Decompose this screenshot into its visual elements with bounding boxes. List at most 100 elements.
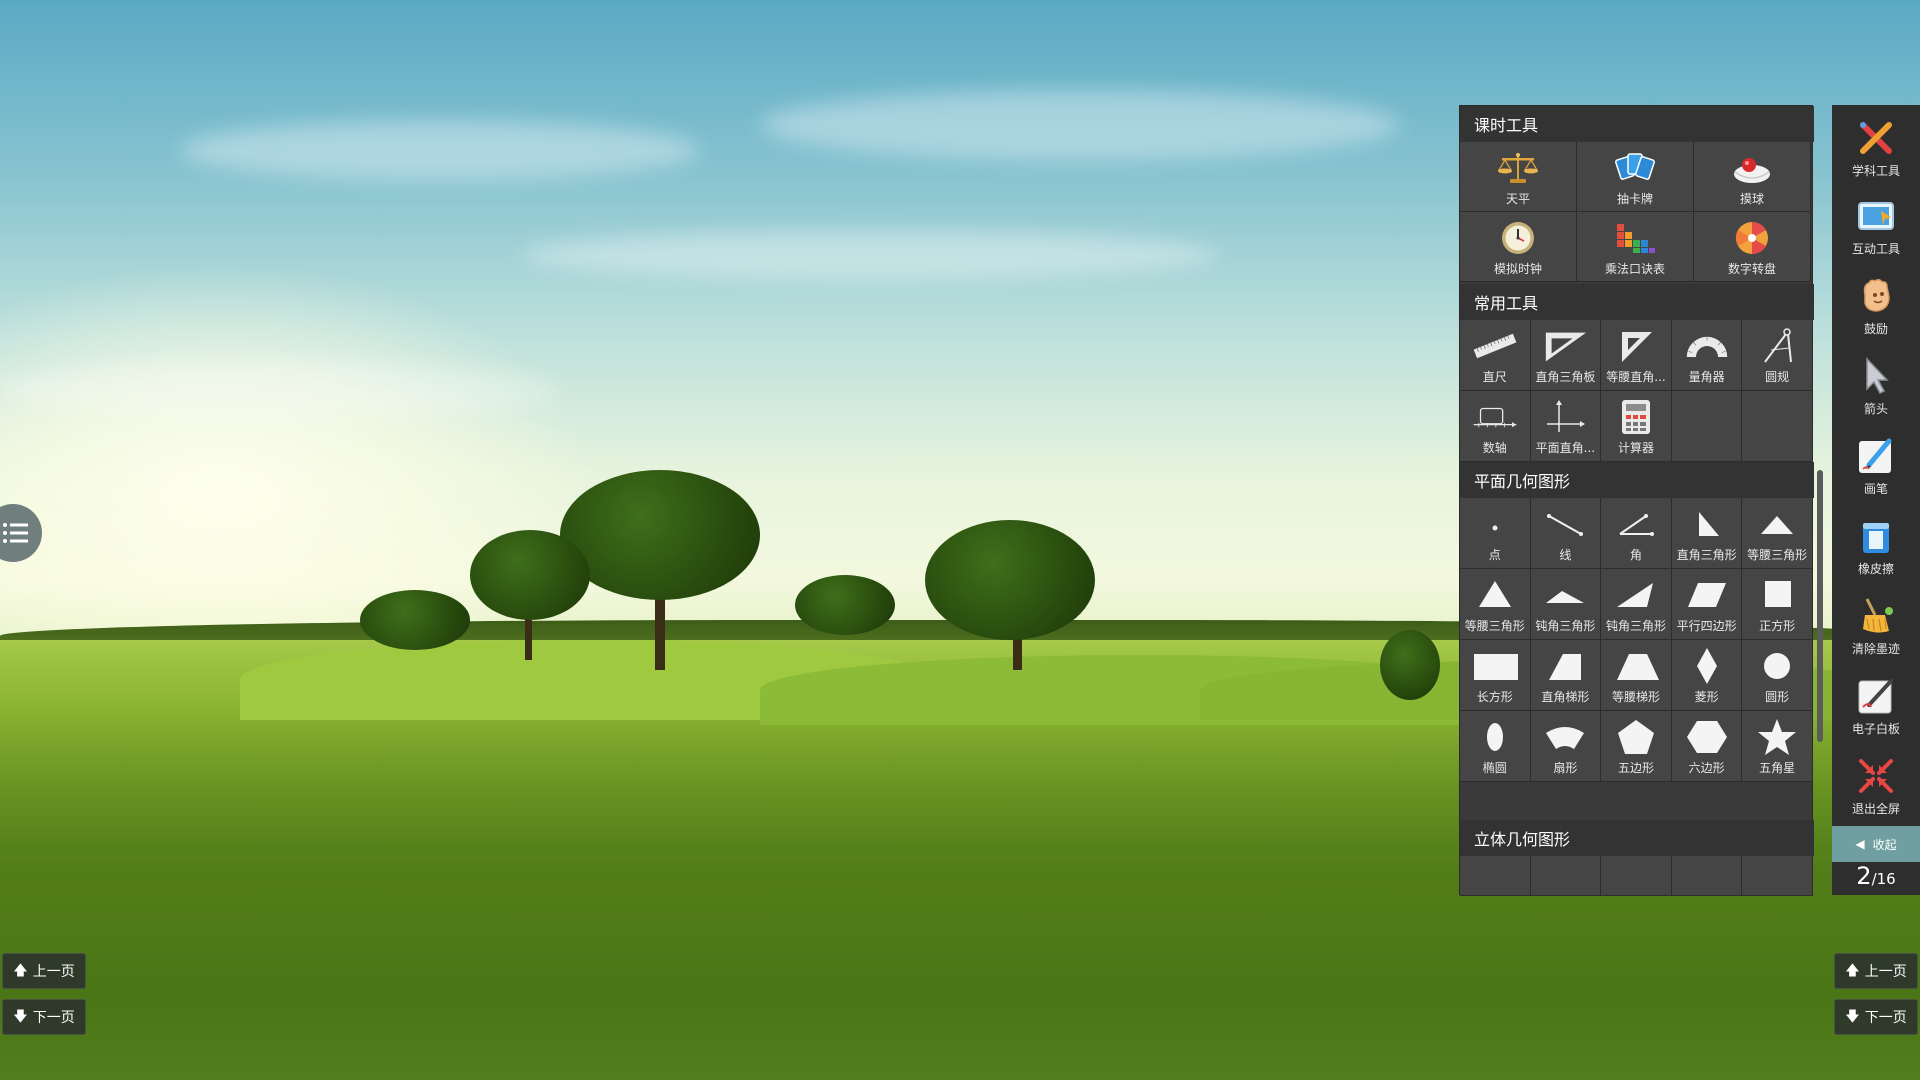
tool-label: 计算器	[1617, 441, 1654, 455]
next-page-button-left[interactable]: 🡇 下一页	[2, 999, 86, 1035]
shape-angle[interactable]: 角	[1601, 498, 1672, 569]
toolbar-label: 电子白板	[1851, 722, 1900, 736]
shape-pentagon[interactable]: 五边形	[1601, 711, 1672, 782]
shape-right-trapezoid[interactable]: 直角梯形	[1530, 640, 1602, 711]
toolbar-exit-fullscreen[interactable]: 退出全屏	[1832, 747, 1920, 825]
tool-isosceles-set-square[interactable]: 等腰直角...	[1601, 320, 1672, 391]
tool-number-wheel[interactable]: 数字转盘	[1694, 212, 1811, 282]
toolbar-label: 学科工具	[1851, 164, 1900, 178]
tool-label: 圆形	[1765, 690, 1790, 704]
shape-line[interactable]: 线	[1530, 498, 1602, 569]
toolbar-label: 互动工具	[1851, 242, 1900, 256]
shape-rhombus[interactable]: 菱形	[1671, 640, 1743, 711]
arrow-down-icon: 🡇	[1845, 1009, 1860, 1025]
tool-label: 等腰三角形	[1747, 548, 1808, 562]
tool-label: 直角三角板	[1535, 370, 1596, 384]
shape-star[interactable]: 五角星	[1742, 711, 1813, 782]
toolbar-label: 鼓励	[1863, 322, 1888, 336]
arrow-down-icon: 🡇	[13, 1009, 28, 1025]
compass-icon	[1754, 326, 1800, 366]
tool-ruler[interactable]: 直尺	[1460, 320, 1531, 391]
toolbar-label: 箭头	[1863, 402, 1888, 416]
shape-isosceles-triangle[interactable]: 等腰三角形	[1742, 498, 1813, 569]
panel-scrollbar[interactable]	[1817, 470, 1823, 742]
shape-rectangle[interactable]: 长方形	[1460, 640, 1531, 711]
prev-page-button-left[interactable]: 🡅 上一页	[2, 953, 86, 989]
tree	[795, 575, 895, 635]
tool-number-line[interactable]: 数轴	[1460, 391, 1531, 462]
tool-draw-cards[interactable]: 抽卡牌	[1577, 142, 1694, 212]
toolbar-eraser[interactable]: 橡皮擦	[1832, 507, 1920, 585]
toolbar-encourage[interactable]: 鼓励	[1832, 267, 1920, 345]
toolbar-interactive-tools[interactable]: 互动工具	[1832, 187, 1920, 265]
shape-ellipse[interactable]: 椭圆	[1460, 711, 1531, 782]
next-page-button-right[interactable]: 🡇 下一页	[1834, 999, 1918, 1035]
toolbar-arrow[interactable]: 箭头	[1832, 347, 1920, 425]
section-title-plane-shapes: 平面几何图形	[1460, 462, 1814, 498]
next-page-label: 下一页	[1864, 1010, 1907, 1026]
pen-icon	[1855, 435, 1897, 477]
arrow-cursor-icon	[1855, 355, 1897, 397]
shape-obtuse-triangle[interactable]: 钝角三角形	[1530, 569, 1602, 640]
shape-square[interactable]: 正方形	[1742, 569, 1813, 640]
ruler-icon	[1472, 326, 1518, 366]
tool-clock[interactable]: 模拟时钟	[1460, 212, 1577, 282]
empty-cell	[1601, 856, 1672, 896]
toolbar-clear-ink[interactable]: 清除墨迹	[1832, 587, 1920, 665]
empty-cell	[1742, 856, 1813, 896]
toolbar-label: 画笔	[1863, 482, 1888, 496]
collapse-button[interactable]: ◀ 收起	[1832, 826, 1920, 862]
shape-parallelogram[interactable]: 平行四边形	[1671, 569, 1743, 640]
tool-label: 圆规	[1765, 370, 1790, 384]
empty-cell	[1742, 391, 1813, 462]
obtuse-triangle-2-icon	[1613, 575, 1659, 615]
equilateral-triangle-icon	[1472, 575, 1518, 615]
rhombus-icon	[1684, 646, 1730, 686]
tool-label: 直角三角形	[1676, 548, 1737, 562]
tool-label: 摸球	[1739, 192, 1764, 206]
toolbar-subject-tools[interactable]: 学科工具	[1832, 109, 1920, 187]
square-icon	[1754, 575, 1800, 615]
tool-calculator[interactable]: 计算器	[1601, 391, 1672, 462]
tool-label: 模拟时钟	[1493, 262, 1542, 276]
tool-panel: 课时工具 天平 抽卡牌 摸球 模拟时钟 乘法口诀表 数字转盘 常用工具 直尺 直…	[1459, 105, 1814, 896]
tool-multiplication-table[interactable]: 乘法口诀表	[1577, 212, 1694, 282]
tool-coordinate-system[interactable]: 平面直角...	[1530, 391, 1602, 462]
tool-label: 角	[1629, 548, 1642, 562]
shape-isosceles-trapezoid[interactable]: 等腰梯形	[1601, 640, 1672, 711]
toolbar-whiteboard[interactable]: 电子白板	[1832, 667, 1920, 745]
tool-draw-ball[interactable]: 摸球	[1694, 142, 1811, 212]
page-total: /16	[1871, 870, 1896, 888]
tree	[560, 470, 760, 600]
tool-label: 长方形	[1476, 690, 1513, 704]
common-tools-grid: 直尺 直角三角板 等腰直角... 量角器 圆规 数轴 平面直角... 计算器	[1460, 320, 1813, 462]
toolbar-label: 清除墨迹	[1851, 642, 1900, 656]
tool-balance[interactable]: 天平	[1460, 142, 1577, 212]
shape-sector[interactable]: 扇形	[1530, 711, 1602, 782]
right-triangle-icon	[1684, 504, 1730, 544]
prev-page-button-right[interactable]: 🡅 上一页	[1834, 953, 1918, 989]
isosceles-triangle-icon	[1754, 504, 1800, 544]
shape-point[interactable]: 点	[1460, 498, 1531, 569]
pentagon-icon	[1613, 717, 1659, 757]
ellipse-icon	[1472, 717, 1518, 757]
shape-right-triangle[interactable]: 直角三角形	[1671, 498, 1743, 569]
tool-compass[interactable]: 圆规	[1742, 320, 1813, 391]
calculator-icon	[1613, 397, 1659, 437]
shape-obtuse-triangle-2[interactable]: 钝角三角形	[1601, 569, 1672, 640]
hexagon-icon	[1684, 717, 1730, 757]
shape-circle[interactable]: 圆形	[1742, 640, 1813, 711]
tool-label: 平面直角...	[1535, 441, 1596, 455]
toolbar-pen[interactable]: 画笔	[1832, 427, 1920, 505]
shape-hexagon[interactable]: 六边形	[1671, 711, 1743, 782]
tool-label: 线	[1559, 548, 1572, 562]
shape-isosceles-triangle-2[interactable]: 等腰三角形	[1460, 569, 1531, 640]
tool-protractor[interactable]: 量角器	[1671, 320, 1743, 391]
tool-set-square[interactable]: 直角三角板	[1530, 320, 1602, 391]
sector-icon	[1542, 717, 1588, 757]
whiteboard-icon	[1855, 675, 1897, 717]
section-title-solid-shapes: 立体几何图形	[1460, 820, 1814, 856]
number-wheel-icon	[1729, 218, 1775, 258]
cloud	[180, 120, 700, 180]
right-trapezoid-icon	[1542, 646, 1588, 686]
